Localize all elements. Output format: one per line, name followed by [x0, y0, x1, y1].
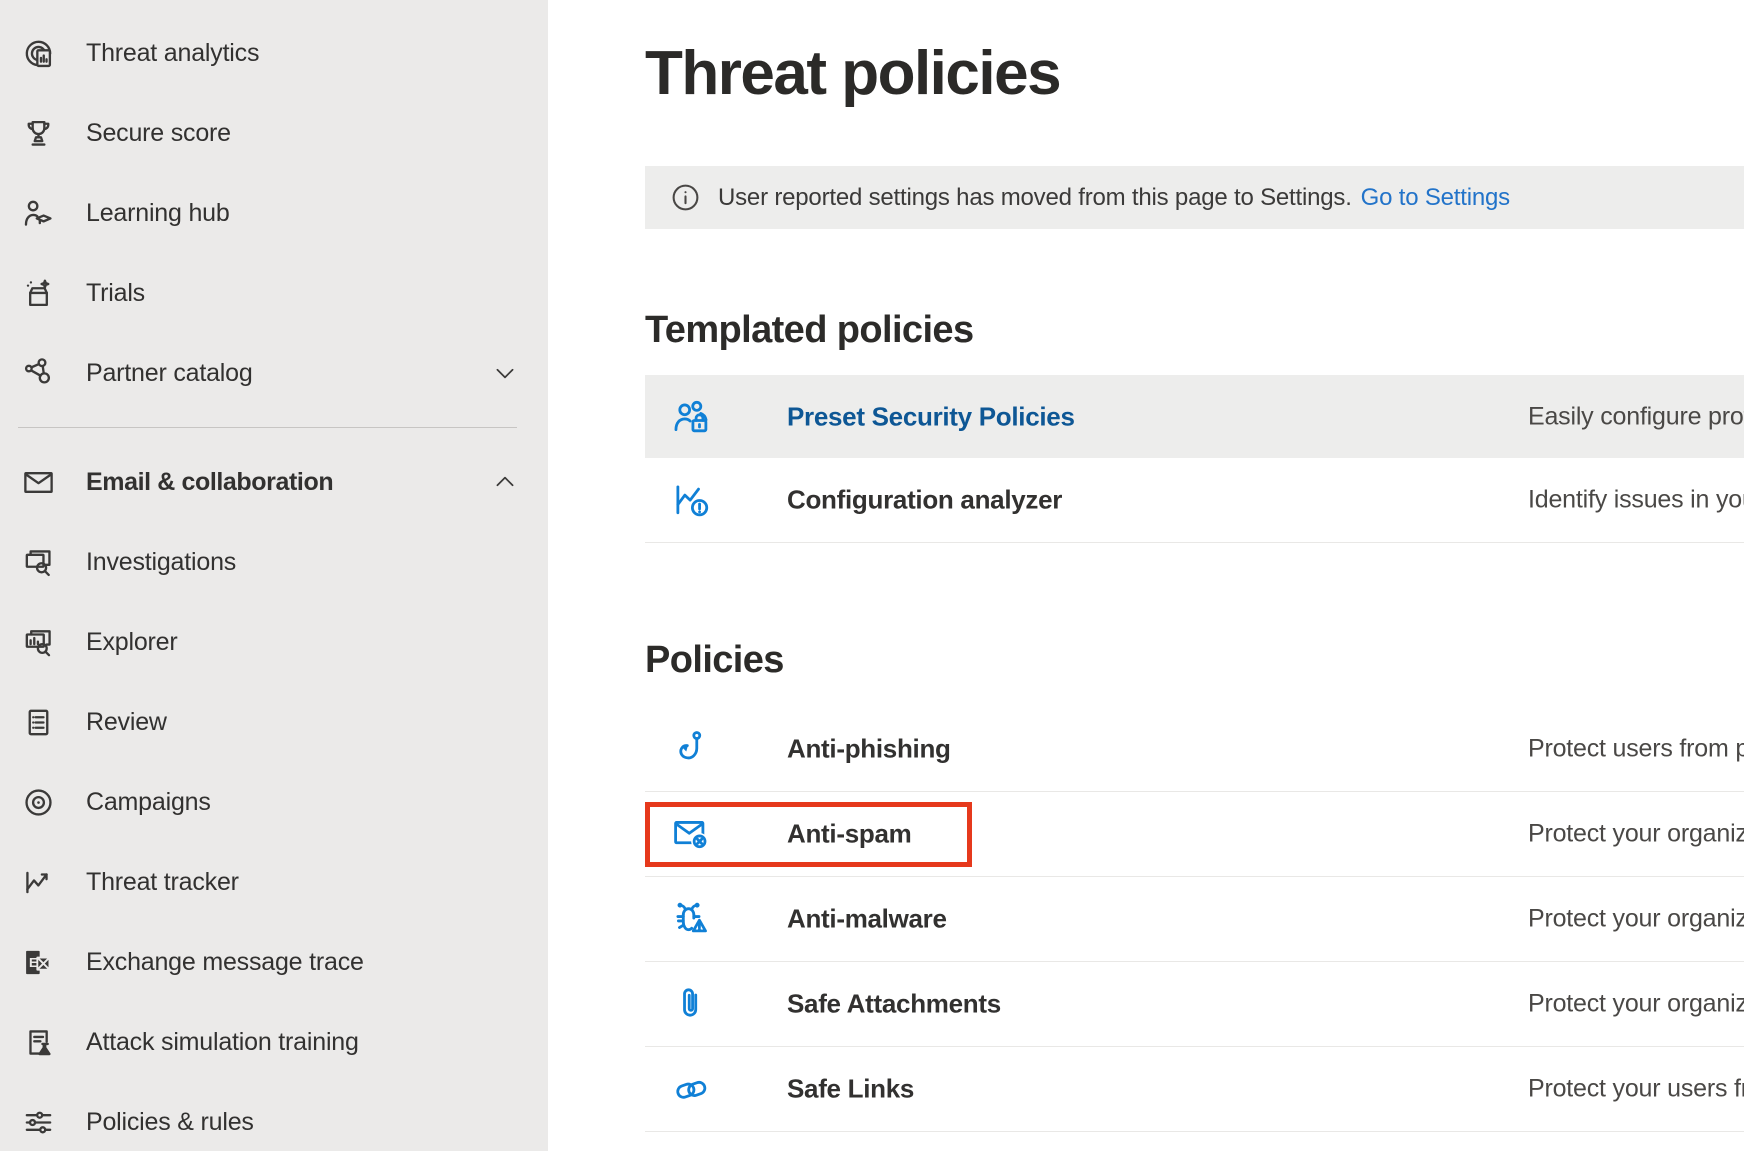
chevron-down-icon[interactable]	[492, 360, 518, 386]
review-icon	[18, 702, 58, 742]
campaigns-icon	[18, 782, 58, 822]
policy-row-description: Protect your organiz	[1528, 990, 1744, 1019]
sidebar-item-threat-analytics[interactable]: Threat analytics	[0, 13, 548, 93]
sidebar-item-label: Trials	[86, 279, 145, 308]
threat-analytics-icon	[18, 33, 58, 73]
policy-row-safe-links[interactable]: Safe Links Protect your users fr	[645, 1047, 1744, 1132]
learning-hub-icon	[18, 193, 58, 233]
templated-policies-section: Templated policies Preset Security Polic…	[645, 308, 1744, 543]
policy-row-label: Preset Security Policies	[787, 401, 1075, 432]
banner-text: User reported settings has moved from th…	[718, 184, 1352, 212]
policy-row-configuration-analyzer[interactable]: Configuration analyzer Identify issues in…	[645, 458, 1744, 543]
policy-row-description: Protect your users fr	[1528, 1075, 1744, 1104]
sidebar-item-label: Investigations	[86, 548, 236, 577]
policy-row-description: Easily configure prot	[1528, 402, 1744, 431]
policy-row-label: Safe Links	[787, 1074, 914, 1105]
policy-row-preset-security-policies[interactable]: Preset Security Policies Easily configure…	[645, 375, 1744, 458]
threat-tracker-icon	[18, 862, 58, 902]
sidebar-item-label: Exchange message trace	[86, 948, 364, 977]
policy-row-label: Anti-malware	[787, 904, 947, 935]
configuration-analyzer-icon	[670, 479, 712, 521]
anti-spam-icon	[670, 813, 712, 855]
policy-row-label: Safe Attachments	[787, 989, 1001, 1020]
policy-row-description: Identify issues in you	[1528, 486, 1744, 515]
trials-icon	[18, 273, 58, 313]
sidebar-nav: Threat analytics Secure score Learning hub…	[0, 0, 548, 1151]
sidebar-item-email-collaboration[interactable]: Email & collaboration	[0, 442, 548, 522]
safe-links-icon	[670, 1068, 712, 1110]
sidebar-item-label: Review	[86, 708, 167, 737]
policy-row-anti-malware[interactable]: Anti-malware Protect your organiz	[645, 877, 1744, 962]
section-heading: Templated policies	[645, 308, 1744, 352]
sidebar-item-learning-hub[interactable]: Learning hub	[0, 173, 548, 253]
sidebar-item-secure-score[interactable]: Secure score	[0, 93, 548, 173]
sidebar-item-label: Attack simulation training	[86, 1028, 359, 1057]
anti-malware-icon	[670, 898, 712, 940]
policies-section: Policies Anti-phishing Protect users from…	[645, 638, 1744, 1132]
sidebar-item-label: Secure score	[86, 119, 231, 148]
policy-row-description: Protect your organiz	[1528, 820, 1744, 849]
sidebar-divider	[18, 427, 517, 428]
sidebar-item-label: Explorer	[86, 628, 178, 657]
attack-simulation-training-icon	[18, 1022, 58, 1062]
explorer-icon	[18, 622, 58, 662]
anti-phishing-icon	[670, 728, 712, 770]
email-collaboration-icon	[18, 462, 58, 502]
sidebar-item-label: Policies & rules	[86, 1108, 254, 1137]
sidebar-item-label: Threat analytics	[86, 39, 259, 68]
sidebar-item-label: Threat tracker	[86, 868, 239, 897]
investigations-icon	[18, 542, 58, 582]
sidebar-item-attack-simulation-training[interactable]: Attack simulation training	[0, 1002, 548, 1082]
policy-row-anti-spam[interactable]: Anti-spam Protect your organiz	[645, 792, 1744, 877]
sidebar-item-investigations[interactable]: Investigations	[0, 522, 548, 602]
sidebar-item-policies-rules[interactable]: Policies & rules	[0, 1082, 548, 1162]
info-banner: User reported settings has moved from th…	[645, 166, 1744, 229]
policy-row-label: Configuration analyzer	[787, 485, 1062, 516]
sidebar-item-review[interactable]: Review	[0, 682, 548, 762]
sidebar-item-explorer[interactable]: Explorer	[0, 602, 548, 682]
exchange-message-trace-icon: E	[18, 942, 58, 982]
templated-policies-rows: Preset Security Policies Easily configure…	[645, 375, 1744, 543]
preset-security-policies-icon	[670, 396, 712, 438]
go-to-settings-link[interactable]: Go to Settings	[1361, 184, 1510, 212]
safe-attachments-icon	[670, 983, 712, 1025]
sidebar-item-label: Partner catalog	[86, 359, 253, 388]
sidebar-item-label: Learning hub	[86, 199, 230, 228]
policy-row-safe-attachments[interactable]: Safe Attachments Protect your organiz	[645, 962, 1744, 1047]
sidebar-item-campaigns[interactable]: Campaigns	[0, 762, 548, 842]
policy-row-description: Protect users from p	[1528, 735, 1744, 764]
page-title: Threat policies	[645, 40, 1060, 108]
sidebar-item-trials[interactable]: Trials	[0, 253, 548, 333]
policies-rows: Anti-phishing Protect users from p Anti-sp…	[645, 707, 1744, 1132]
sidebar-item-exchange-message-trace[interactable]: E Exchange message trace	[0, 922, 548, 1002]
sidebar-item-label: Email & collaboration	[86, 468, 333, 497]
main-content: Threat policies User reported settings h…	[548, 0, 1744, 1151]
policy-row-anti-phishing[interactable]: Anti-phishing Protect users from p	[645, 707, 1744, 792]
partner-catalog-icon	[18, 353, 58, 393]
policy-row-description: Protect your organiz	[1528, 905, 1744, 934]
sidebar-item-partner-catalog[interactable]: Partner catalog	[0, 333, 548, 413]
info-icon	[670, 182, 701, 213]
sidebar-item-label: Campaigns	[86, 788, 211, 817]
chevron-up-icon[interactable]	[492, 469, 518, 495]
policy-row-label: Anti-spam	[787, 819, 911, 850]
policy-row-label: Anti-phishing	[787, 734, 951, 765]
section-heading: Policies	[645, 638, 1744, 682]
policies-rules-icon	[18, 1102, 58, 1142]
sidebar-item-threat-tracker[interactable]: Threat tracker	[0, 842, 548, 922]
secure-score-icon	[18, 113, 58, 153]
